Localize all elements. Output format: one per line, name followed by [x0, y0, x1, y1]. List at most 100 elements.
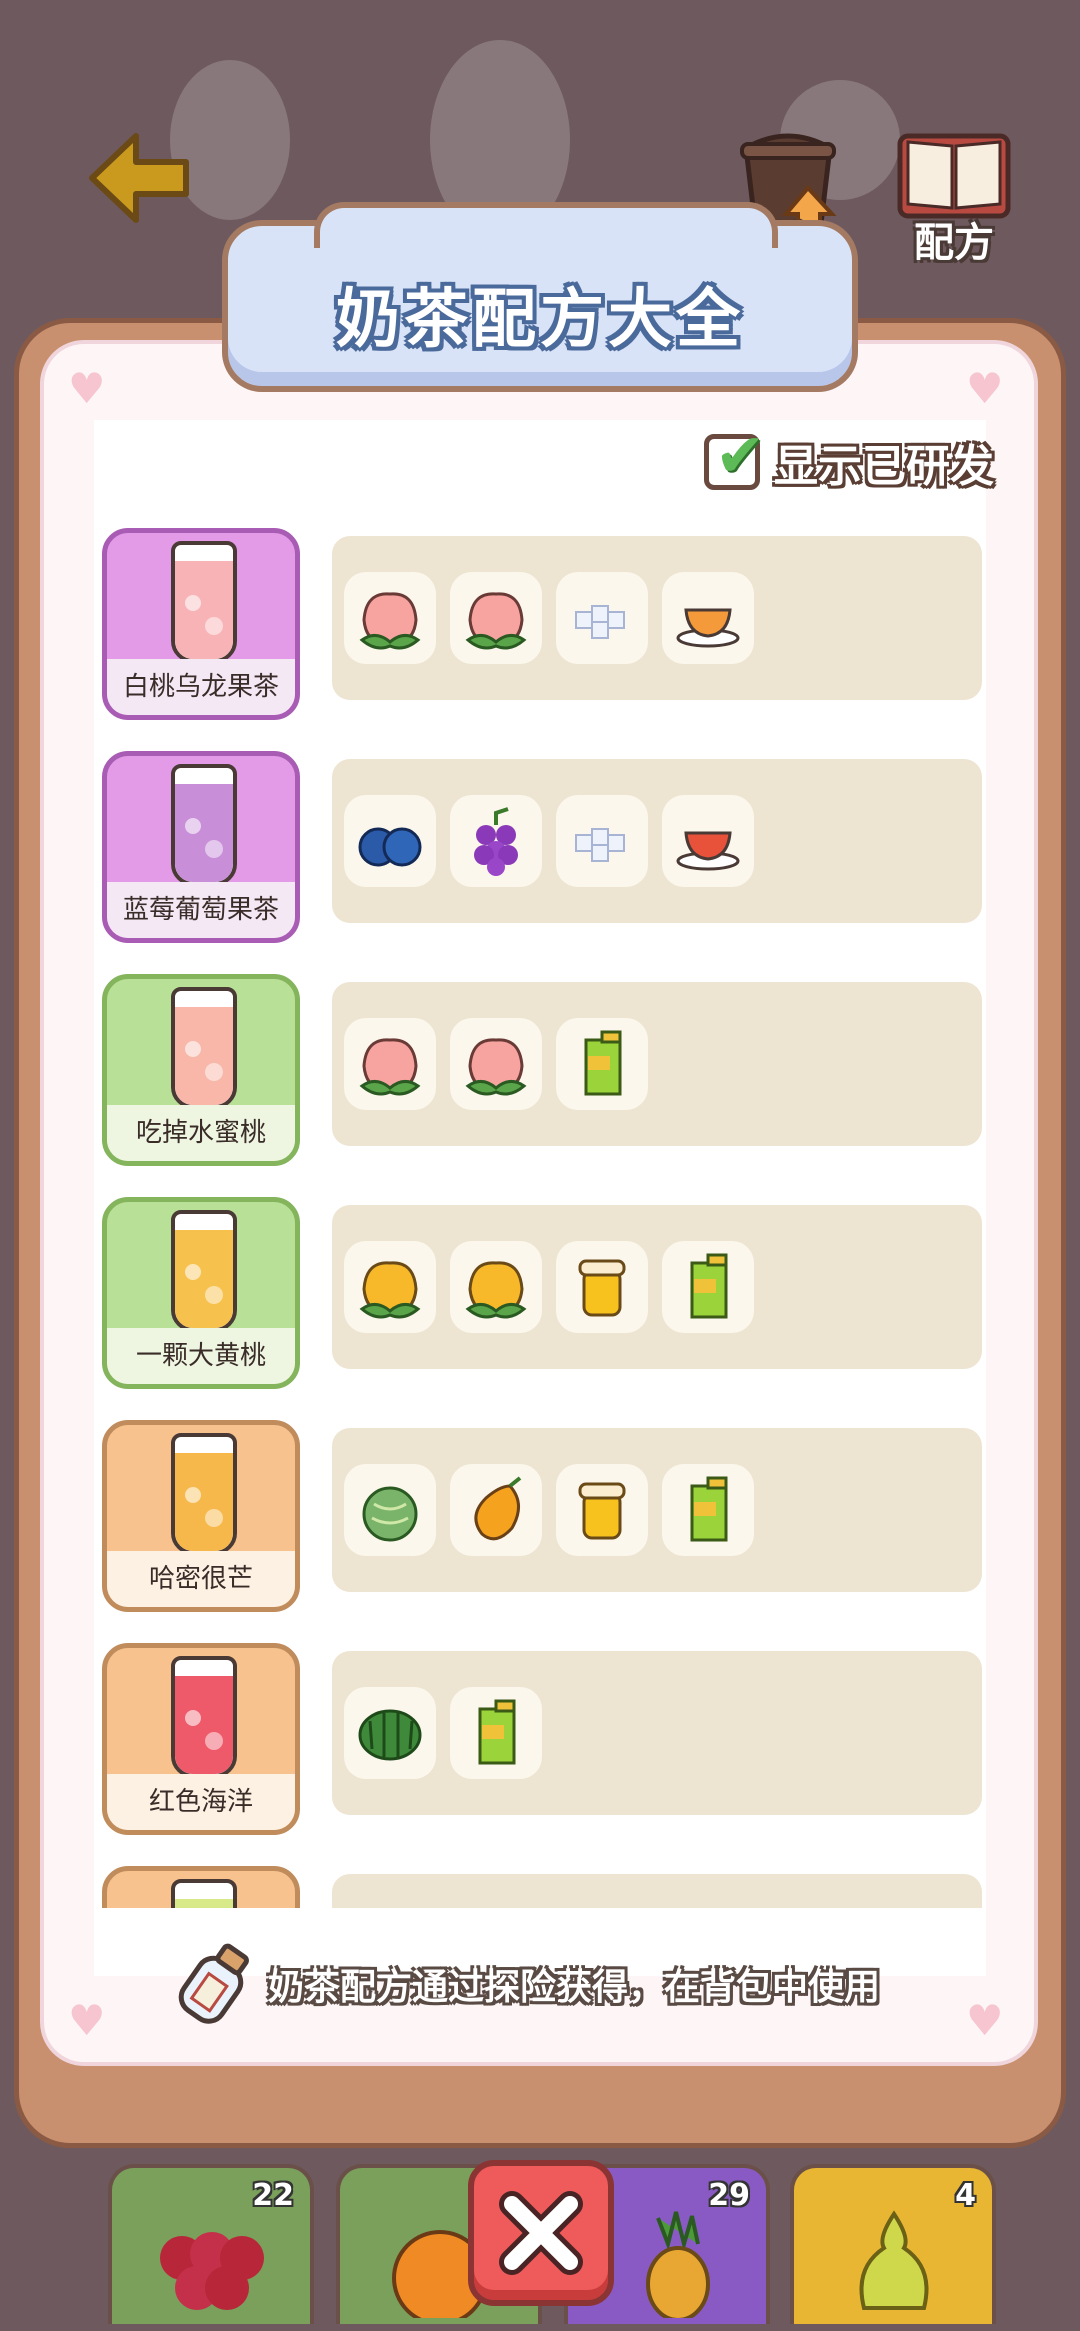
ingredient-slot [344, 1687, 436, 1779]
drink-name: 蓝莓葡萄果茶 [107, 882, 295, 938]
drink-card[interactable]: 蓝莓葡萄果茶 [102, 751, 300, 943]
drink-glass-icon [171, 1656, 237, 1778]
ingredient-slot [450, 1687, 542, 1779]
ingredient-slot [556, 1018, 648, 1110]
ingredient-slot [450, 795, 542, 887]
ingredient-list [332, 536, 982, 700]
heart-icon: ♥ [68, 1996, 106, 2045]
ingredient-slot [344, 795, 436, 887]
drink-glass-icon [171, 1210, 237, 1332]
hint-bar: 奶茶配方通过探险获得，在背包中使用 [170, 1943, 881, 2024]
checkmark-icon: ✔ [715, 421, 766, 491]
ingredient-slot [662, 1241, 754, 1333]
recipe-label: 配方 [914, 220, 994, 266]
blueberry-icon [358, 827, 422, 867]
back-arrow-icon[interactable] [86, 128, 196, 228]
ingredient-slot [450, 1241, 542, 1333]
watermelon-icon [358, 1709, 422, 1761]
toggle-label: 显示已研发 [774, 441, 994, 492]
item-count: 22 [252, 2178, 294, 2213]
recipe-row[interactable]: 蓝莓葡萄果茶 [102, 751, 982, 947]
ingredient-list [332, 1205, 982, 1369]
item-count: 29 [708, 2178, 750, 2213]
close-icon [499, 2191, 583, 2275]
honey-icon [578, 1259, 626, 1317]
drink-name: 红色海洋 [107, 1774, 295, 1830]
heart-icon: ♥ [68, 364, 106, 413]
recipe-row[interactable] [102, 1866, 982, 1908]
ingredient-slot [662, 1464, 754, 1556]
yellow-peach-icon [465, 1261, 527, 1319]
juice-box-icon [478, 1699, 516, 1765]
drink-name: 吃掉水蜜桃 [107, 1105, 295, 1161]
ingredient-slot [344, 1018, 436, 1110]
drink-name: 哈密很芒 [107, 1551, 295, 1607]
recipe-row[interactable]: 一颗大黄桃 [102, 1197, 982, 1393]
recipe-row[interactable]: 红色海洋 [102, 1643, 982, 1839]
checkbox[interactable]: ✔ [704, 421, 765, 491]
ingredient-slot [450, 1464, 542, 1556]
bottle-icon [178, 1943, 249, 2024]
pear-icon [859, 2210, 929, 2310]
recipe-row[interactable]: 白桃乌龙果茶 [102, 528, 982, 724]
inventory-slot-pear[interactable]: 4 [790, 2164, 996, 2324]
drink-glass-icon [171, 541, 237, 663]
ingredient-slot [662, 795, 754, 887]
recipe-row[interactable]: 吃掉水蜜桃 [102, 974, 982, 1170]
ingredient-slot [344, 1464, 436, 1556]
inventory-slot-raspberry[interactable]: 22 [108, 2164, 314, 2324]
drink-glass-icon [171, 987, 237, 1109]
black-tea-icon [676, 831, 740, 871]
drink-glass-icon [171, 1433, 237, 1555]
ingredient-list [332, 982, 982, 1146]
ingredient-list [332, 1428, 982, 1592]
title-plate: 奶茶配方大全 [222, 202, 858, 392]
ingredient-slot [450, 572, 542, 664]
heart-icon: ♥ [966, 364, 1004, 413]
ingredient-list [332, 759, 982, 923]
peach-icon [359, 1038, 421, 1096]
juice-box-icon [690, 1476, 728, 1542]
ingredient-list [332, 1874, 982, 1908]
juice-box-icon [690, 1253, 728, 1319]
recipe-book-button[interactable]: 配方 [894, 128, 1014, 268]
sugar-icon [575, 828, 625, 862]
drink-name: 一颗大黄桃 [107, 1328, 295, 1384]
pineapple-icon [646, 2211, 710, 2318]
melon-icon [362, 1486, 418, 1542]
drink-card[interactable]: 白桃乌龙果茶 [102, 528, 300, 720]
ingredient-slot [450, 1018, 542, 1110]
page-title: 奶茶配方大全 [336, 283, 744, 357]
ingredient-slot [556, 1464, 648, 1556]
ingredient-slot [344, 1241, 436, 1333]
drink-card[interactable] [102, 1866, 300, 1908]
peach-icon [465, 592, 527, 650]
tea-icon [676, 608, 740, 648]
drink-name: 白桃乌龙果茶 [107, 659, 295, 715]
heart-icon: ♥ [966, 1996, 1004, 2045]
ingredient-list [332, 1651, 982, 1815]
honey-icon [578, 1482, 626, 1540]
ingredient-slot [556, 1241, 648, 1333]
sugar-icon [575, 605, 625, 639]
drink-glass-icon [171, 764, 237, 886]
drink-card[interactable]: 吃掉水蜜桃 [102, 974, 300, 1166]
drink-card[interactable]: 哈密很芒 [102, 1420, 300, 1612]
ingredient-slot [556, 795, 648, 887]
peach-icon [359, 592, 421, 650]
drink-glass-icon [171, 1879, 237, 1908]
show-researched-toggle[interactable]: ✔ 显示已研发 [704, 421, 994, 494]
recipe-list[interactable]: 白桃乌龙果茶 蓝莓葡萄果茶 吃掉水蜜桃一颗大黄桃哈密很芒红色海洋 [94, 528, 986, 1908]
raspberry-icon [160, 2232, 264, 2310]
drink-card[interactable]: 一颗大黄桃 [102, 1197, 300, 1389]
grape-icon [474, 807, 518, 876]
close-button[interactable] [468, 2160, 614, 2306]
yellow-peach-icon [359, 1261, 421, 1319]
juice-box-icon [584, 1030, 622, 1096]
drink-card[interactable]: 红色海洋 [102, 1643, 300, 1835]
ingredient-slot [662, 572, 754, 664]
item-count: 4 [955, 2178, 976, 2213]
recipe-row[interactable]: 哈密很芒 [102, 1420, 982, 1616]
hint-text: 奶茶配方通过探险获得，在背包中使用 [268, 1967, 881, 2008]
ingredient-slot [344, 572, 436, 664]
